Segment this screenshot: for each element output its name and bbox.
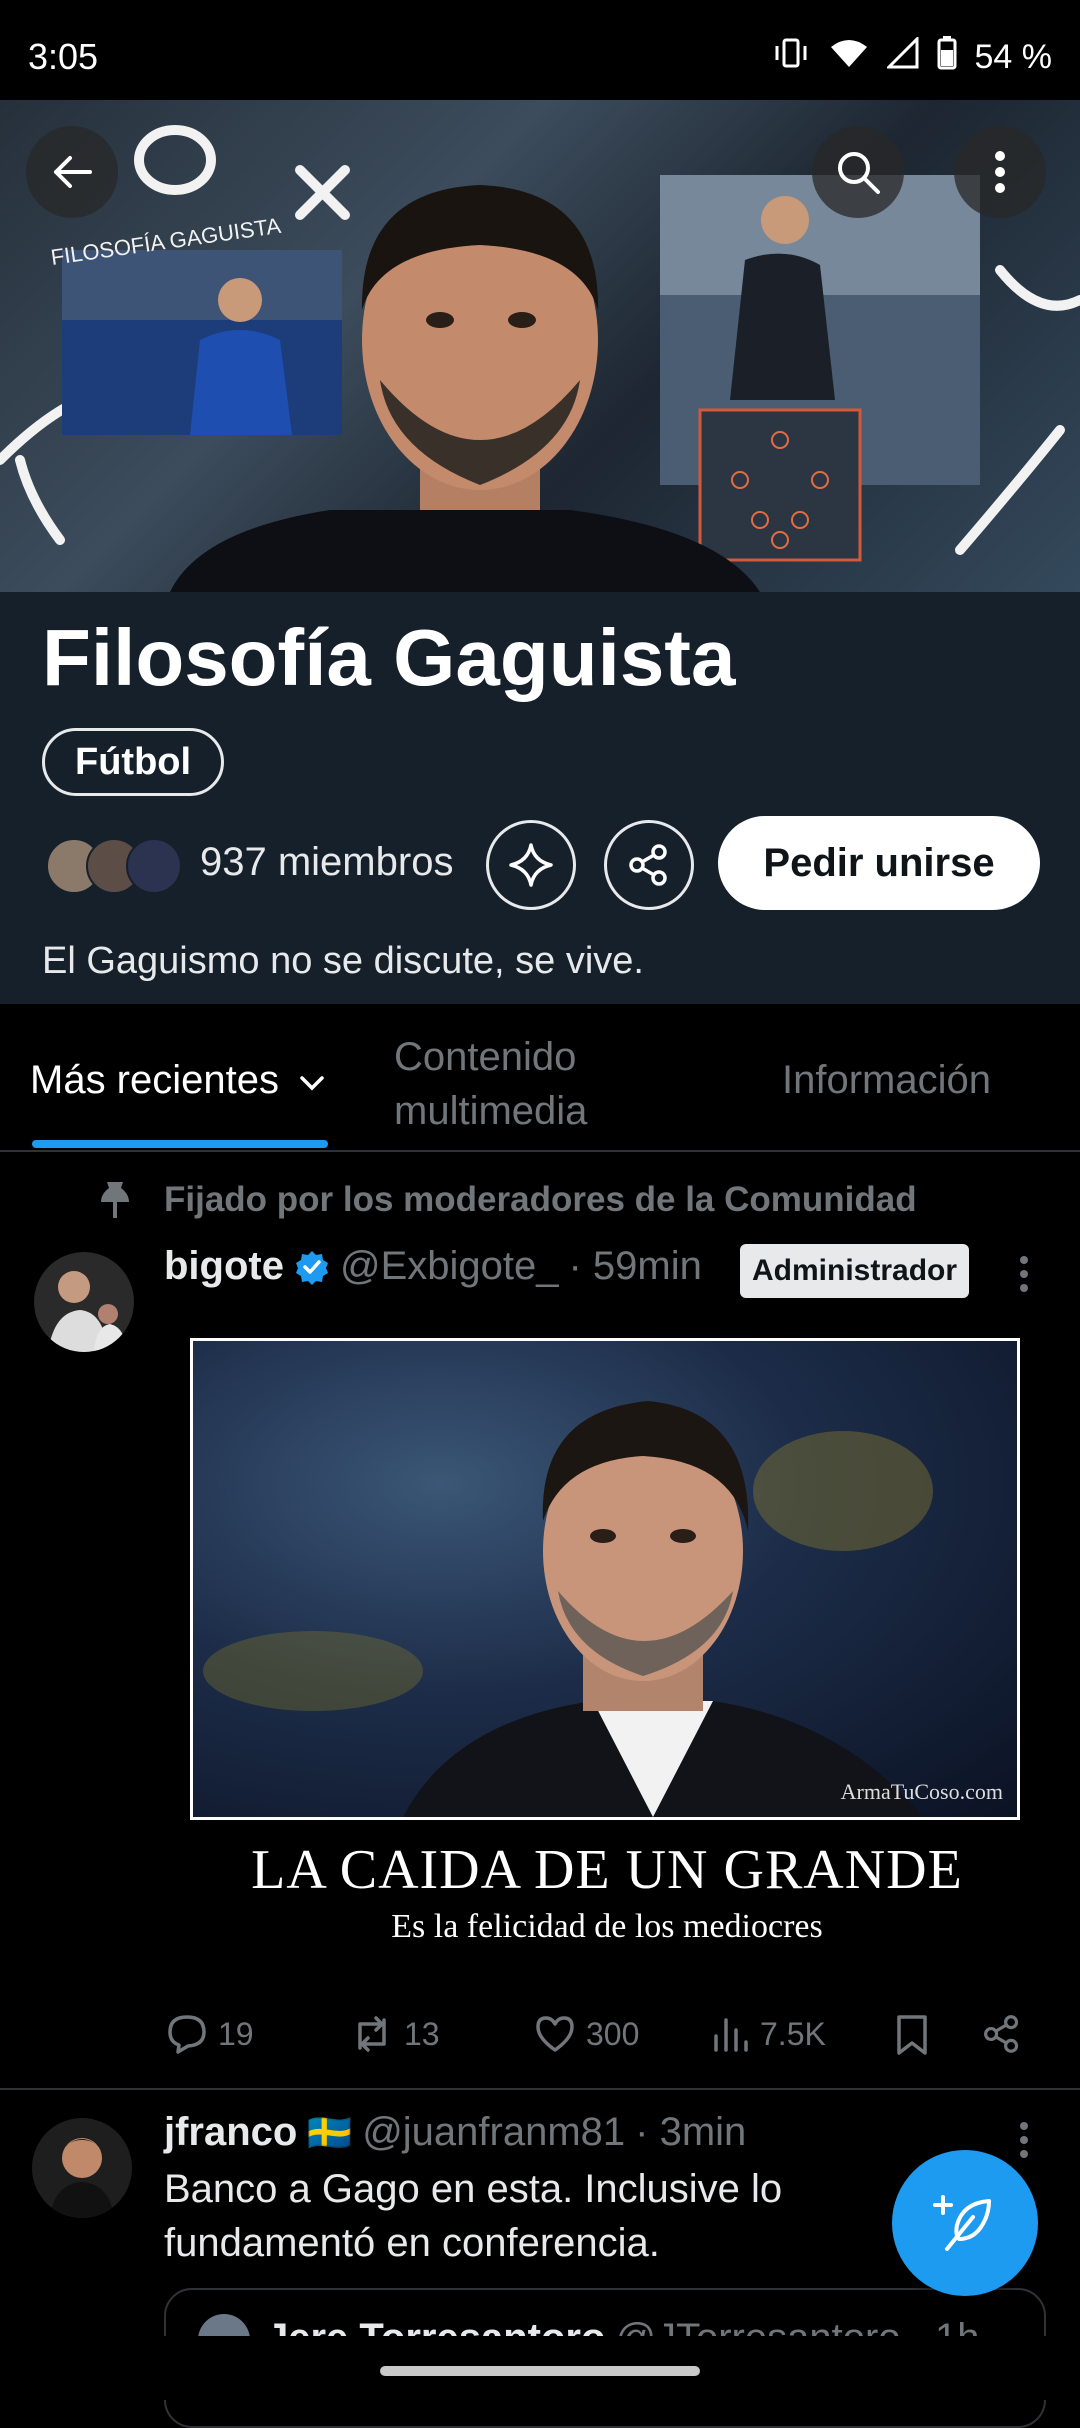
author-name[interactable]: jfranco — [164, 2110, 297, 2155]
search-icon — [838, 152, 880, 194]
status-bar: 3:05 54 % — [0, 0, 1080, 100]
active-tab-indicator — [32, 1140, 328, 1148]
more-vertical-icon — [1020, 1256, 1028, 1292]
pin-icon — [98, 1180, 132, 1225]
reply-button[interactable]: 19 — [166, 2014, 254, 2054]
pinned-label: Fijado por los moderadores de la Comunid… — [164, 1180, 917, 1219]
community-title: Filosofía Gaguista — [42, 613, 736, 702]
meme-photo: ArmaTuCoso.com — [190, 1338, 1020, 1820]
community-banner: FILOSOFÍA GAGUISTA — [0, 100, 1080, 592]
divider — [0, 2088, 1080, 2090]
meme-subtitle: Es la felicidad de los mediocres — [391, 1908, 823, 1945]
avatar — [126, 838, 182, 894]
meme-title: LA CAIDA DE UN GRANDE — [251, 1839, 963, 1901]
more-options-button[interactable] — [954, 126, 1046, 218]
post-time: · 3min — [635, 2110, 747, 2154]
post-more-button[interactable] — [1018, 1254, 1030, 1299]
request-join-button[interactable]: Pedir unirse — [718, 816, 1040, 910]
tab-info[interactable]: Información — [782, 1058, 991, 1103]
share-icon — [629, 844, 667, 886]
views-button[interactable]: 7.5K — [712, 2014, 826, 2054]
banner-illustration: FILOSOFÍA GAGUISTA — [0, 125, 1080, 592]
tab-most-recent[interactable]: Más recientes — [30, 1058, 326, 1103]
share-community-button[interactable] — [604, 820, 694, 910]
arrow-left-icon — [54, 156, 92, 188]
share-icon — [984, 2015, 1019, 2053]
compose-feather-icon — [933, 2195, 991, 2251]
like-button[interactable]: 300 — [534, 2014, 639, 2054]
repost-count: 13 — [404, 2015, 440, 2052]
views-chart-icon — [714, 2018, 748, 2052]
status-icons: 54 % — [771, 35, 1053, 79]
tab-media[interactable]: Contenido multimedia — [394, 1030, 654, 1138]
share-post-button[interactable] — [982, 2014, 1022, 2054]
author-name[interactable]: bigote — [164, 1244, 284, 1289]
member-count[interactable]: 937 miembros — [200, 840, 453, 885]
sparkle-icon — [509, 843, 553, 887]
community-description: El Gaguismo no se discute, se vive. — [42, 940, 644, 982]
battery-icon — [937, 36, 957, 79]
verified-badge-icon — [295, 1250, 328, 1285]
post-time: · 59min — [568, 1244, 702, 1288]
bookmark-icon — [897, 2015, 927, 2055]
battery-percent: 54 % — [974, 38, 1053, 76]
author-handle[interactable]: @juanfranm81 — [362, 2110, 625, 2155]
more-vertical-icon — [1020, 2122, 1028, 2158]
signal-icon — [884, 35, 919, 78]
more-vertical-icon — [995, 151, 1005, 193]
meme-watermark: ArmaTuCoso.com — [840, 1779, 1003, 1804]
post-header: jfranco 🇸🇪 @juanfranm81 · 3min — [164, 2110, 746, 2155]
search-button[interactable] — [812, 126, 904, 218]
member-avatars[interactable] — [46, 838, 186, 894]
post-header: bigote @Exbigote_ · 59min — [164, 1244, 702, 1289]
heart-icon — [536, 2016, 574, 2052]
repost-icon — [358, 2016, 386, 2052]
post-more-button[interactable] — [1018, 2120, 1030, 2165]
grok-sparkle-button[interactable] — [486, 820, 576, 910]
author-flag: 🇸🇪 — [307, 2111, 353, 2153]
repost-button[interactable]: 13 — [350, 2014, 440, 2054]
author-avatar[interactable] — [32, 2118, 132, 2218]
gesture-handle[interactable] — [380, 2366, 700, 2376]
like-count: 300 — [586, 2015, 640, 2052]
view-count: 7.5K — [760, 2015, 826, 2052]
vibrate-icon — [771, 36, 811, 79]
chevron-down-icon — [300, 1076, 324, 1091]
divider — [0, 1150, 1080, 1152]
reply-icon — [168, 2015, 206, 2054]
tab-label: Más recientes — [30, 1058, 279, 1102]
author-avatar[interactable] — [34, 1252, 134, 1352]
admin-badge: Administrador — [740, 1244, 970, 1298]
category-chip[interactable]: Fútbol — [42, 728, 225, 796]
wifi-icon — [829, 37, 869, 78]
post-text: Banco a Gago en esta. Inclusive lo funda… — [164, 2167, 783, 2265]
back-button[interactable] — [26, 126, 118, 218]
bookmark-button[interactable] — [894, 2014, 930, 2056]
author-handle[interactable]: @Exbigote_ — [340, 1244, 559, 1289]
status-time: 3:05 — [28, 36, 99, 77]
compose-post-button[interactable] — [892, 2150, 1038, 2296]
reply-count: 19 — [218, 2015, 254, 2052]
